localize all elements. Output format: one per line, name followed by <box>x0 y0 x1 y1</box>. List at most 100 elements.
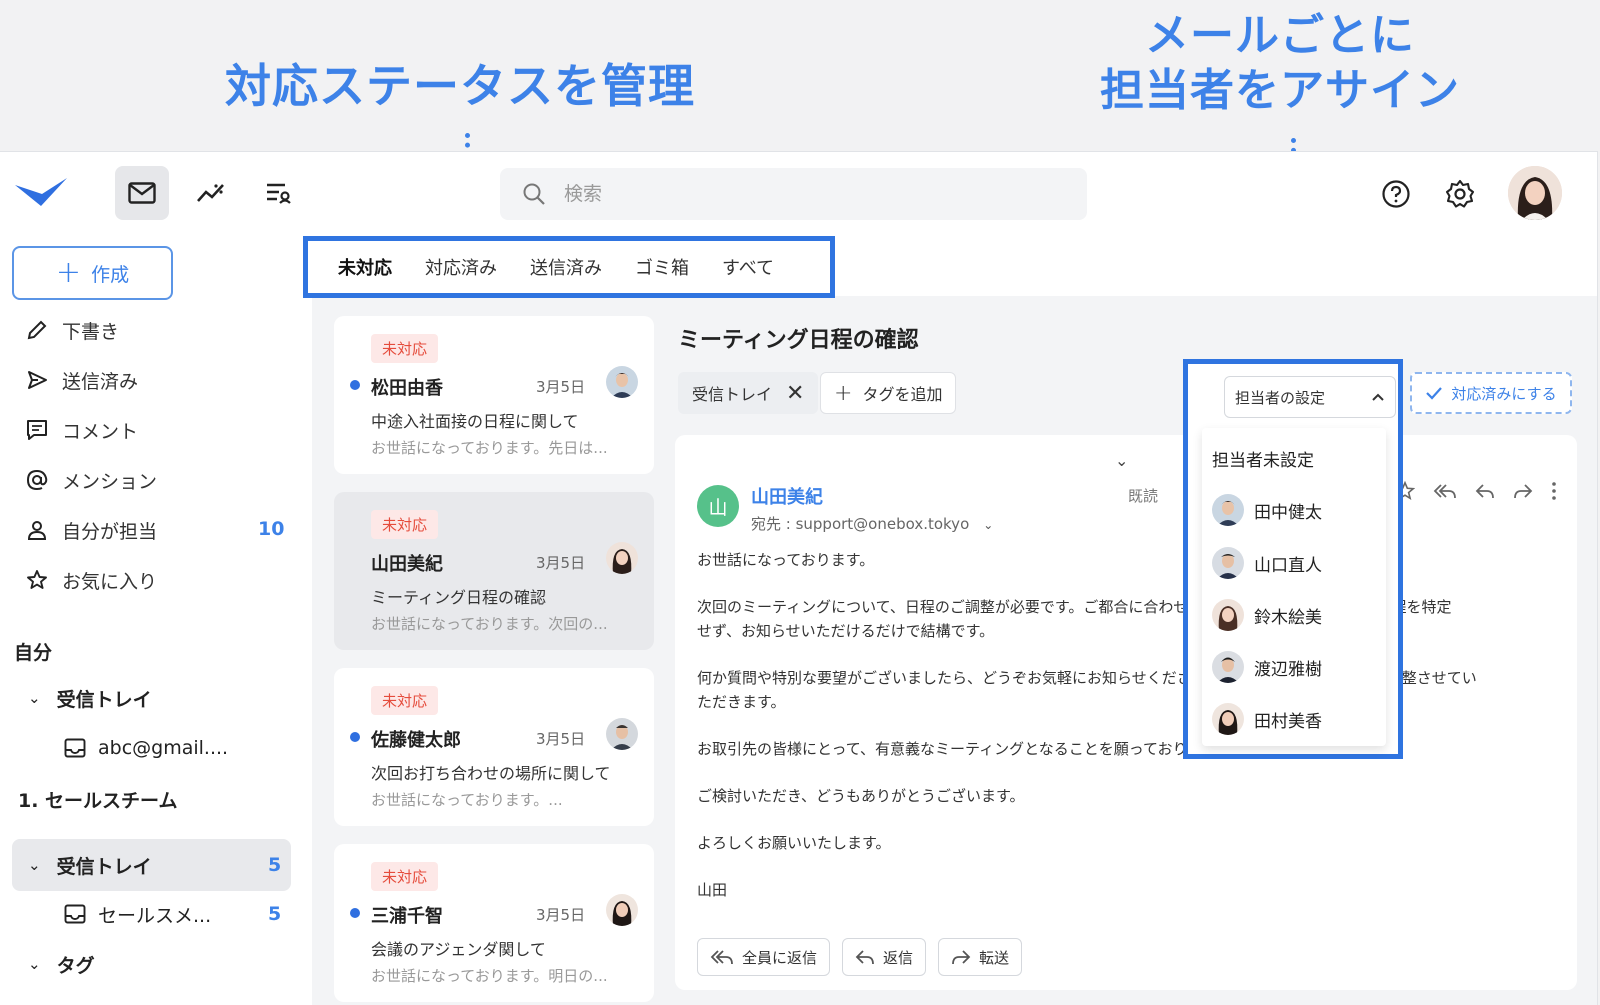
filter-list-icon <box>267 183 291 204</box>
resolve-label: 対応済みにする <box>1451 384 1557 403</box>
mark-resolved-button[interactable]: 対応済みにする <box>1410 372 1572 414</box>
tree-team-inbox[interactable]: ⌄ 受信トレイ <box>28 845 152 885</box>
callout-assign-line2: 担当者をアサイン <box>1100 65 1460 116</box>
logo-icon[interactable] <box>14 176 68 210</box>
settings-button[interactable] <box>1440 174 1480 214</box>
body-paragraph: 山田 <box>697 881 728 899</box>
reply-all-button[interactable]: 全員に返信 <box>697 938 831 976</box>
team-account-count: 5 <box>268 903 282 925</box>
assignee-option[interactable]: 田村美香 <box>1212 699 1322 739</box>
reply-actions: 全員に返信 返信 転送 <box>697 938 1023 976</box>
message-date: 3月5日 <box>536 378 586 396</box>
assignee-avatar <box>1212 494 1244 526</box>
email-body: お世話になっております。 次回のミーティングについて、日程のご調整が必要です。ご… <box>697 548 1557 925</box>
sidebar-item-comments[interactable]: コメント <box>24 410 138 450</box>
inbox-icon <box>64 738 86 758</box>
tab-all[interactable]: すべて <box>722 254 774 280</box>
gear-icon <box>1445 179 1475 208</box>
help-button[interactable] <box>1376 174 1416 214</box>
search-bar[interactable] <box>500 168 1087 220</box>
inbox-tag-chip[interactable]: 受信トレイ ✕ <box>678 372 819 414</box>
assignee-option-label: 田中健太 <box>1254 502 1322 523</box>
chevron-down-icon[interactable]: ⌄ <box>1115 451 1128 470</box>
nav-mail-button[interactable] <box>115 166 169 220</box>
sidebar-section-team: 1. セールスチーム <box>18 790 178 812</box>
sidebar-item-drafts[interactable]: 下書き <box>24 310 119 350</box>
sender-avatar <box>606 542 638 574</box>
message-sender: 佐藤健太郎 <box>371 730 461 751</box>
body-paragraph: よろしくお願いいたします。 <box>697 834 891 852</box>
pencil-icon <box>24 319 50 341</box>
unread-dot <box>350 732 360 742</box>
nav-analytics-button[interactable] <box>184 166 238 220</box>
assignee-avatar <box>1212 547 1244 579</box>
assignee-option-label: 担当者未設定 <box>1212 450 1314 471</box>
sidebar-item-favorites[interactable]: お気に入り <box>24 560 157 600</box>
sidebar-item-mentions[interactable]: メンション <box>24 460 157 500</box>
check-icon <box>1426 387 1443 400</box>
tab-handled[interactable]: 対応済み <box>425 254 497 280</box>
assignee-option-unassigned[interactable]: 担当者未設定 <box>1212 438 1314 478</box>
tree-team-account[interactable]: セールスメ... <box>64 894 211 934</box>
message-card[interactable]: 未対応 松田由香 3月5日 中途入社面接の日程に関して お世話になっております。… <box>334 316 654 474</box>
more-vertical-icon[interactable] <box>1551 481 1557 501</box>
assignee-option[interactable]: 山口直人 <box>1212 543 1322 583</box>
add-tag-button[interactable]: + タグを追加 <box>820 372 957 414</box>
reply-icon[interactable] <box>1475 482 1495 500</box>
message-subject: 会議のアジェンダ関して <box>371 940 546 959</box>
nav-filter-button[interactable] <box>252 166 306 220</box>
tree-label: abc@gmail.... <box>98 737 229 759</box>
assignee-option[interactable]: 鈴木絵美 <box>1212 595 1322 635</box>
body-paragraph: お世話になっております。 <box>697 551 875 569</box>
read-status: 既読 <box>1128 487 1159 505</box>
chevron-down-icon[interactable]: ⌄ <box>983 518 993 532</box>
assignee-option-label: 鈴木絵美 <box>1254 607 1322 628</box>
reply-all-icon <box>710 950 733 965</box>
sidebar-item-label: メンション <box>62 470 158 493</box>
sender-avatar: 山 <box>697 485 739 527</box>
assignee-menu: 担当者未設定 田中健太 山口直人 鈴木絵美 渡辺雅樹 田村美香 <box>1202 428 1386 746</box>
tree-label: 受信トレイ <box>56 855 152 878</box>
tree-self-inbox[interactable]: ⌄ 受信トレイ <box>28 678 152 718</box>
tab-unhandled[interactable]: 未対応 <box>338 254 392 280</box>
assignee-option[interactable]: 田中健太 <box>1212 490 1322 530</box>
search-input[interactable] <box>564 183 1044 205</box>
sidebar-item-label: 送信済み <box>62 370 139 393</box>
forward-icon[interactable] <box>1513 482 1533 500</box>
tab-sent[interactable]: 送信済み <box>530 254 602 280</box>
sender-avatar <box>606 718 638 750</box>
message-card[interactable]: 未対応 佐藤健太郎 3月5日 次回お打ち合わせの場所に関して お世話になっており… <box>334 668 654 826</box>
assignee-option[interactable]: 渡辺雅樹 <box>1212 647 1322 687</box>
user-avatar[interactable] <box>1508 166 1562 220</box>
tree-self-account[interactable]: abc@gmail.... <box>64 728 228 768</box>
person-icon <box>24 519 50 541</box>
message-subject: 中途入社面接の日程に関して <box>371 412 579 431</box>
tab-trash[interactable]: ゴミ箱 <box>635 254 689 280</box>
inbox-icon <box>64 904 86 924</box>
reply-button[interactable]: 返信 <box>842 938 927 976</box>
assignee-select[interactable]: 担当者の設定 <box>1224 376 1396 418</box>
tree-tags[interactable]: ⌄ タグ <box>28 944 95 984</box>
message-preview: お世話になっております。次回の... <box>371 615 608 633</box>
forward-button[interactable]: 転送 <box>938 938 1023 976</box>
reply-all-icon[interactable] <box>1433 482 1457 500</box>
reply-all-label: 全員に返信 <box>742 948 818 967</box>
chevron-down-icon: ⌄ <box>28 689 41 707</box>
sidebar-item-label: 自分が担当 <box>62 520 158 543</box>
compose-button[interactable]: + 作成 <box>12 246 173 300</box>
at-icon <box>24 469 50 491</box>
message-date: 3月5日 <box>536 554 586 572</box>
compose-label: 作成 <box>91 263 130 286</box>
sidebar-item-label: コメント <box>62 420 139 443</box>
message-card[interactable]: 未対応 三浦千智 3月5日 会議のアジェンダ関して お世話になっております。明日… <box>334 844 654 1002</box>
close-icon[interactable]: ✕ <box>786 381 804 406</box>
plus-icon: + <box>55 255 82 290</box>
sidebar-item-assigned-to-me[interactable]: 自分が担当 <box>24 510 157 550</box>
message-card[interactable]: 未対応 山田美紀 3月5日 ミーティング日程の確認 お世話になっております。次回… <box>334 492 654 650</box>
assignee-avatar <box>1212 703 1244 735</box>
sender-name[interactable]: 山田美紀 <box>751 483 823 509</box>
tree-label: タグ <box>56 954 95 977</box>
reply-icon <box>855 950 874 965</box>
search-icon <box>523 183 545 205</box>
sidebar-item-sent[interactable]: 送信済み <box>24 360 138 400</box>
